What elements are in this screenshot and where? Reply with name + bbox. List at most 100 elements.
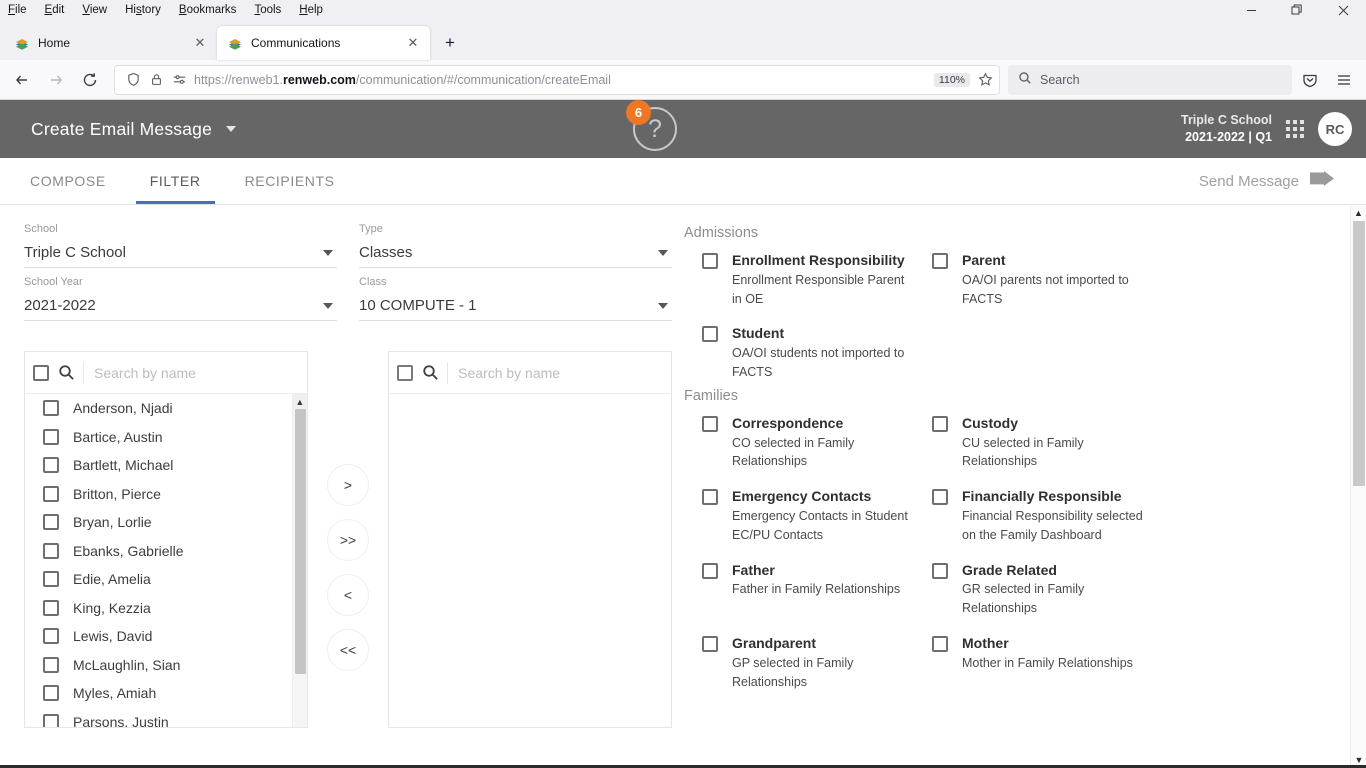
browser-tab-home[interactable]: Home ✕ [4,26,217,60]
filter-option-checkbox[interactable] [932,489,948,506]
tab-recipients[interactable]: RECIPIENTS [223,158,357,204]
filter-option-checkbox[interactable] [932,635,948,652]
list-item-checkbox[interactable] [43,400,59,417]
page-scroll-up-icon[interactable]: ▲ [1351,205,1366,221]
list-item[interactable]: King, Kezzia [25,594,307,623]
url-bar[interactable]: https://renweb1.renweb.com/communication… [114,64,1000,95]
menu-edit[interactable]: Edit [45,4,65,16]
scroll-up-icon[interactable]: ▲ [292,394,307,409]
bookmark-star-icon[interactable] [977,72,993,88]
filter-option[interactable]: Grade Related GR selected in Family Relat… [932,561,1366,618]
filter-option-checkbox[interactable] [932,253,948,269]
select-class[interactable]: 10 COMPUTE - 1 [359,291,672,321]
page-scrollbar-thumb[interactable] [1353,221,1365,486]
select-type[interactable]: Classes [359,238,672,268]
filter-option-checkbox[interactable] [702,489,718,506]
list-item[interactable]: Ebanks, Gabrielle [25,537,307,566]
avatar[interactable]: RC [1318,112,1352,146]
scrollbar-thumb[interactable] [294,409,306,674]
forward-icon[interactable] [40,64,72,96]
filter-option-checkbox[interactable] [702,562,718,579]
title-dropdown-caret-icon[interactable] [226,126,237,132]
filter-option[interactable]: Financially Responsible Financial Respons… [932,487,1366,544]
list-item-checkbox[interactable] [43,514,59,531]
filter-option-text: Grandparent GP selected in Family Relatio… [732,634,912,691]
new-tab-button[interactable]: + [436,29,464,57]
move-all-right-button[interactable]: >> [327,519,369,561]
list-item[interactable]: Anderson, Njadi [25,394,307,423]
page-scrollbar[interactable]: ▲ ▼ [1350,205,1366,768]
zoom-level-badge[interactable]: 110% [933,72,970,87]
list-item-checkbox[interactable] [43,457,59,474]
list-item-checkbox[interactable] [43,599,59,616]
browser-tab-communications[interactable]: Communications ✕ [217,26,430,60]
send-message-button[interactable]: Send Message [1199,158,1366,204]
filter-option[interactable]: Mother Mother in Family Relationships [932,634,1366,691]
back-icon[interactable] [6,64,38,96]
selected-search-input[interactable] [447,361,663,384]
list-item[interactable]: Bryan, Lorlie [25,508,307,537]
list-item[interactable]: Myles, Amiah [25,679,307,708]
select-school-year[interactable]: 2021-2022 [24,291,337,321]
browser-tab-strip: Home ✕ Communications ✕ + [0,20,1366,60]
filter-option-checkbox[interactable] [932,562,948,579]
menu-tools[interactable]: Tools [254,4,281,16]
list-item[interactable]: Lewis, David [25,622,307,651]
filter-option[interactable]: Grandparent GP selected in Family Relatio… [702,634,932,691]
apps-grid-icon[interactable] [1286,120,1304,138]
list-item-checkbox[interactable] [43,428,59,445]
list-item[interactable]: Bartice, Austin [25,423,307,452]
filter-option-checkbox[interactable] [702,326,718,343]
list-item-checkbox[interactable] [43,713,59,727]
filter-option[interactable]: Custody CU selected in Family Relationshi… [932,414,1366,471]
list-item-checkbox[interactable] [43,485,59,502]
list-item-label: Edie, Amelia [73,571,151,588]
list-item-checkbox[interactable] [43,685,59,702]
filter-option-checkbox[interactable] [702,415,718,432]
list-item[interactable]: McLaughlin, Sian [25,651,307,680]
available-search-input[interactable] [83,361,299,384]
move-all-left-button[interactable]: << [327,629,369,671]
filter-option[interactable]: Correspondence CO selected in Family Rela… [702,414,932,471]
menu-view[interactable]: View [82,4,107,16]
list-item[interactable]: Britton, Pierce [25,480,307,509]
list-item[interactable]: Parsons, Justin [25,708,307,727]
filter-option-description: CU selected in Family Relationships [962,435,1084,469]
filter-option[interactable]: Father Father in Family Relationships [702,561,932,618]
menu-file[interactable]: File [8,4,27,16]
available-list-scrollbar[interactable]: ▲ [291,394,307,727]
filter-option-checkbox[interactable] [702,635,718,652]
filter-option[interactable]: Enrollment Responsibility Enrollment Resp… [702,251,932,308]
list-item-checkbox[interactable] [43,656,59,673]
help-button[interactable]: ? 6 [626,100,677,151]
hamburger-menu-icon[interactable] [1328,64,1360,96]
filter-option-title: Emergency Contacts [732,488,872,505]
url-text[interactable]: https://renweb1.renweb.com/communication… [194,73,927,87]
browser-tab-close-icon[interactable]: ✕ [191,34,209,52]
reload-icon[interactable] [74,64,106,96]
filter-option-checkbox[interactable] [702,253,718,269]
filter-option[interactable]: Parent OA/OI parents not imported to FACT… [932,251,1366,308]
move-right-button[interactable]: > [327,464,369,506]
browser-tab-close-icon[interactable]: ✕ [404,34,422,52]
menu-bookmarks[interactable]: Bookmarks [179,4,237,16]
list-item[interactable]: Edie, Amelia [25,565,307,594]
tab-compose[interactable]: COMPOSE [8,158,128,204]
list-item-checkbox[interactable] [43,571,59,588]
move-left-button[interactable]: < [327,574,369,616]
list-item-checkbox[interactable] [43,628,59,645]
filter-option[interactable]: Student OA/OI students not imported to FA… [702,324,932,381]
list-item-checkbox[interactable] [43,542,59,559]
select-all-selected-checkbox[interactable] [397,364,414,381]
select-all-available-checkbox[interactable] [33,364,49,381]
pocket-save-icon[interactable] [1294,64,1326,96]
filter-option-checkbox[interactable] [932,415,948,432]
menu-help[interactable]: Help [299,4,323,16]
browser-search-bar[interactable]: Search [1008,64,1292,95]
list-item[interactable]: Bartlett, Michael [25,451,307,480]
tab-filter[interactable]: FILTER [128,158,223,204]
select-school[interactable]: Triple C School [24,238,337,268]
permissions-icon[interactable] [171,72,187,88]
menu-history[interactable]: History [125,4,161,16]
filter-option[interactable]: Emergency Contacts Emergency Contacts in … [702,487,932,544]
